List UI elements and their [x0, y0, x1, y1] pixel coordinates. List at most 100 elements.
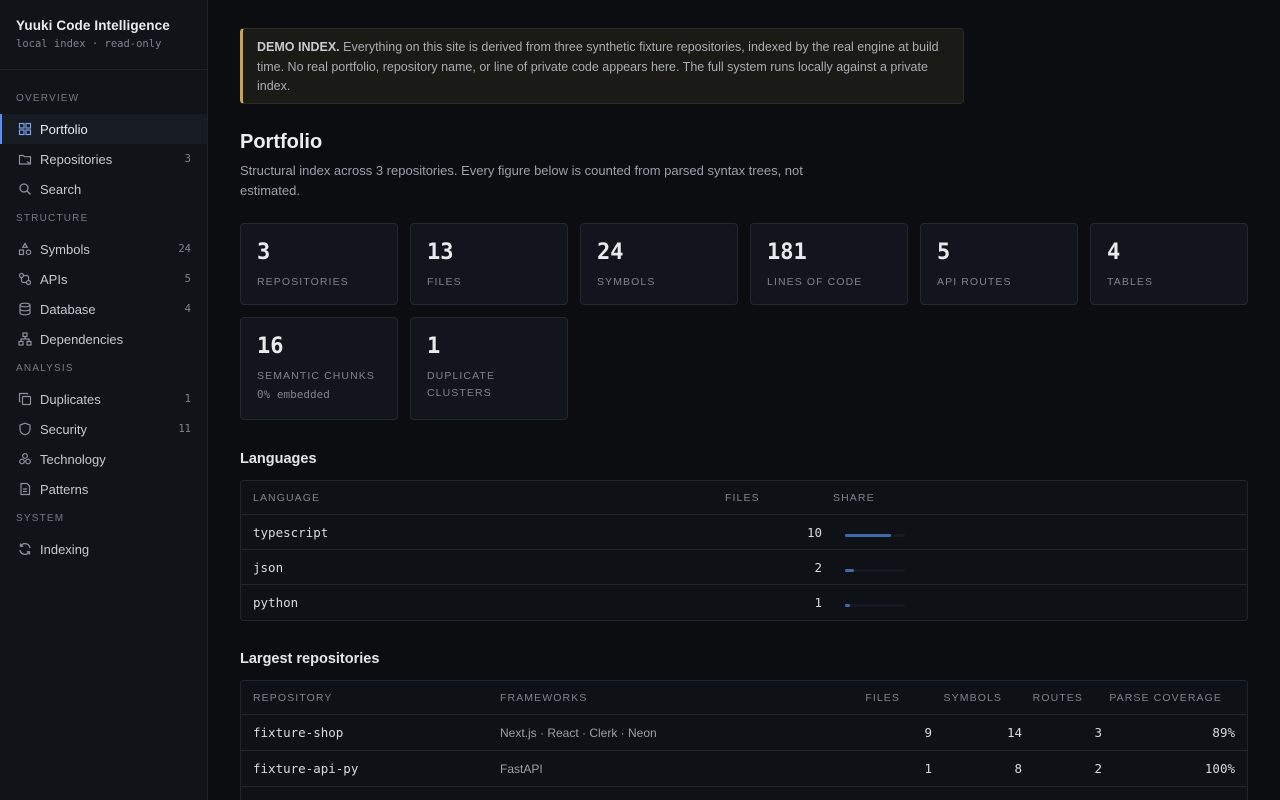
stat-label: API ROUTES — [937, 276, 1012, 288]
language-share — [822, 598, 905, 607]
stat-card-repositories: 3 REPOSITORIES — [240, 223, 398, 305]
language-files: 1 — [814, 595, 822, 610]
brand: Yuuki Code Intelligence local index · re… — [0, 0, 207, 70]
stat-label: TABLES — [1107, 276, 1154, 288]
stat-value: 16 — [257, 334, 284, 359]
sidebar-item-count: 5 — [184, 273, 191, 285]
col-frameworks: FRAMEWORKS — [500, 691, 588, 704]
table-row[interactable]: fixture-shop Next.js · React · Clerk · Ne… — [241, 715, 1247, 751]
share-bar-fill — [845, 568, 854, 572]
sidebar-item-portfolio[interactable]: Portfolio — [0, 114, 207, 144]
repository-frameworks: FastAPI — [500, 761, 543, 776]
sidebar-item-count: 4 — [184, 303, 191, 315]
sidebar-item-label: Duplicates — [40, 391, 101, 407]
nav-section-analysis: ANALYSIS — [16, 363, 74, 374]
repository-symbols: 14 — [1006, 725, 1022, 740]
stat-label: REPOSITORIES — [257, 276, 349, 288]
refresh-icon — [18, 542, 32, 556]
sidebar-item-search[interactable]: Search — [0, 174, 207, 204]
share-bar-track — [845, 604, 905, 607]
sidebar-item-label: Patterns — [40, 481, 89, 497]
stat-value: 181 — [767, 240, 807, 265]
sidebar-item-label: Repositories — [40, 151, 113, 167]
stat-card-semantic-chunks: 16 SEMANTIC CHUNKS 0% embedded — [240, 317, 398, 420]
language-name: python — [253, 595, 299, 610]
table-row: python 1 — [241, 585, 1247, 620]
table-row[interactable]: fixture-api-py FastAPI 1 8 2 100% — [241, 751, 1247, 787]
repository-files: 1 — [924, 761, 932, 776]
database-icon — [18, 302, 32, 316]
language-share — [822, 528, 905, 537]
grid-icon — [18, 122, 32, 136]
banner-text: Everything on this site is derived from … — [257, 40, 939, 93]
language-name: typescript — [253, 524, 329, 540]
sidebar-item-duplicates[interactable]: Duplicates 1 — [0, 384, 207, 414]
stat-card-lines-of-code: 181 LINES OF CODE — [750, 223, 908, 305]
banner-strong: DEMO INDEX. — [257, 40, 340, 54]
sidebar-item-count: 3 — [184, 153, 191, 165]
sidebar-item-patterns[interactable]: Patterns — [0, 474, 207, 504]
sidebar-item-label: Portfolio — [40, 121, 88, 137]
app-subtitle: local index · read-only — [16, 38, 162, 50]
sidebar-item-symbols[interactable]: Symbols 24 — [0, 234, 207, 264]
table-row: typescript 10 — [241, 515, 1247, 550]
language-files: 10 — [806, 524, 822, 540]
sidebar-item-database[interactable]: Database 4 — [0, 294, 207, 324]
sidebar-item-repositories[interactable]: Repositories 3 — [0, 144, 207, 174]
sidebar-item-label: Database — [40, 301, 96, 317]
col-coverage: PARSE COVERAGE — [1109, 691, 1222, 704]
sidebar-item-label: Technology — [40, 451, 106, 467]
col-symbols: SYMBOLS — [943, 691, 1002, 704]
repository-routes: 3 — [1094, 725, 1102, 740]
stat-label: SYMBOLS — [597, 276, 656, 288]
table-row: json 2 — [241, 550, 1247, 585]
repository-routes: 2 — [1094, 761, 1102, 776]
share-bar-fill — [845, 533, 892, 537]
stat-value: 24 — [597, 240, 624, 265]
sidebar-item-apis[interactable]: APIs 5 — [0, 264, 207, 294]
stat-label: FILES — [427, 276, 462, 288]
sidebar-item-indexing[interactable]: Indexing — [0, 534, 207, 564]
table-row[interactable]: fixture-webNext.js · React · Firebase320… — [241, 787, 1247, 800]
share-bar-track — [845, 568, 905, 572]
shield-icon — [18, 422, 32, 436]
nav-section-structure: STRUCTURE — [16, 213, 89, 224]
languages-title: Languages — [240, 451, 317, 467]
stat-label: LINES OF CODE — [767, 276, 863, 288]
languages-header: LANGUAGE FILES SHARE — [241, 481, 1247, 515]
folder-icon — [18, 152, 32, 166]
col-language: LANGUAGE — [253, 491, 321, 504]
search-icon — [18, 182, 32, 196]
sidebar-nav: OVERVIEW Portfolio Repositories 3 Search STRU… — [0, 84, 207, 564]
sidebar-item-label: Indexing — [40, 541, 90, 557]
api-icon — [18, 272, 32, 286]
repos-title: Largest repositories — [240, 651, 380, 667]
stat-label: DUPLICATE CLUSTERS — [427, 370, 496, 399]
sidebar-item-count: 24 — [178, 243, 191, 255]
col-repo-files: FILES — [865, 691, 900, 704]
app-title: Yuuki Code Intelligence — [16, 18, 170, 33]
sidebar-item-label: Dependencies — [40, 331, 124, 347]
sidebar-item-dependencies[interactable]: Dependencies — [0, 324, 207, 354]
stat-card-duplicate-clusters: 1 DUPLICATE CLUSTERS — [410, 317, 568, 420]
stat-card-tables: 4 TABLES — [1090, 223, 1248, 305]
duplicates-icon — [18, 392, 32, 406]
repository-name[interactable]: fixture-api-py — [241, 761, 488, 776]
stat-label: SEMANTIC CHUNKS — [257, 370, 376, 382]
dependencies-icon — [18, 332, 32, 346]
languages-table: LANGUAGE FILES SHARE typescript 10 json 2 py… — [240, 480, 1248, 621]
sidebar-item-label: Search — [40, 181, 82, 197]
demo-banner: DEMO INDEX. Everything on this site is d… — [240, 28, 964, 104]
repos-header: REPOSITORY FRAMEWORKS FILES SYMBOLS ROUT… — [241, 681, 1247, 715]
page-title: Portfolio — [240, 131, 323, 153]
repository-coverage: 100% — [1204, 761, 1235, 776]
stat-card-api-routes: 5 API ROUTES — [920, 223, 1078, 305]
repos-table: REPOSITORY FRAMEWORKS FILES SYMBOLS ROUT… — [240, 680, 1248, 800]
sidebar-item-technology[interactable]: Technology — [0, 444, 207, 474]
sidebar-item-label: Security — [40, 421, 87, 437]
sidebar-item-security[interactable]: Security 11 — [0, 414, 207, 444]
col-share: SHARE — [833, 491, 875, 504]
repository-name[interactable]: fixture-shop — [241, 725, 488, 740]
sidebar-item-count: 11 — [178, 423, 191, 435]
repository-coverage: 89% — [1212, 725, 1235, 740]
